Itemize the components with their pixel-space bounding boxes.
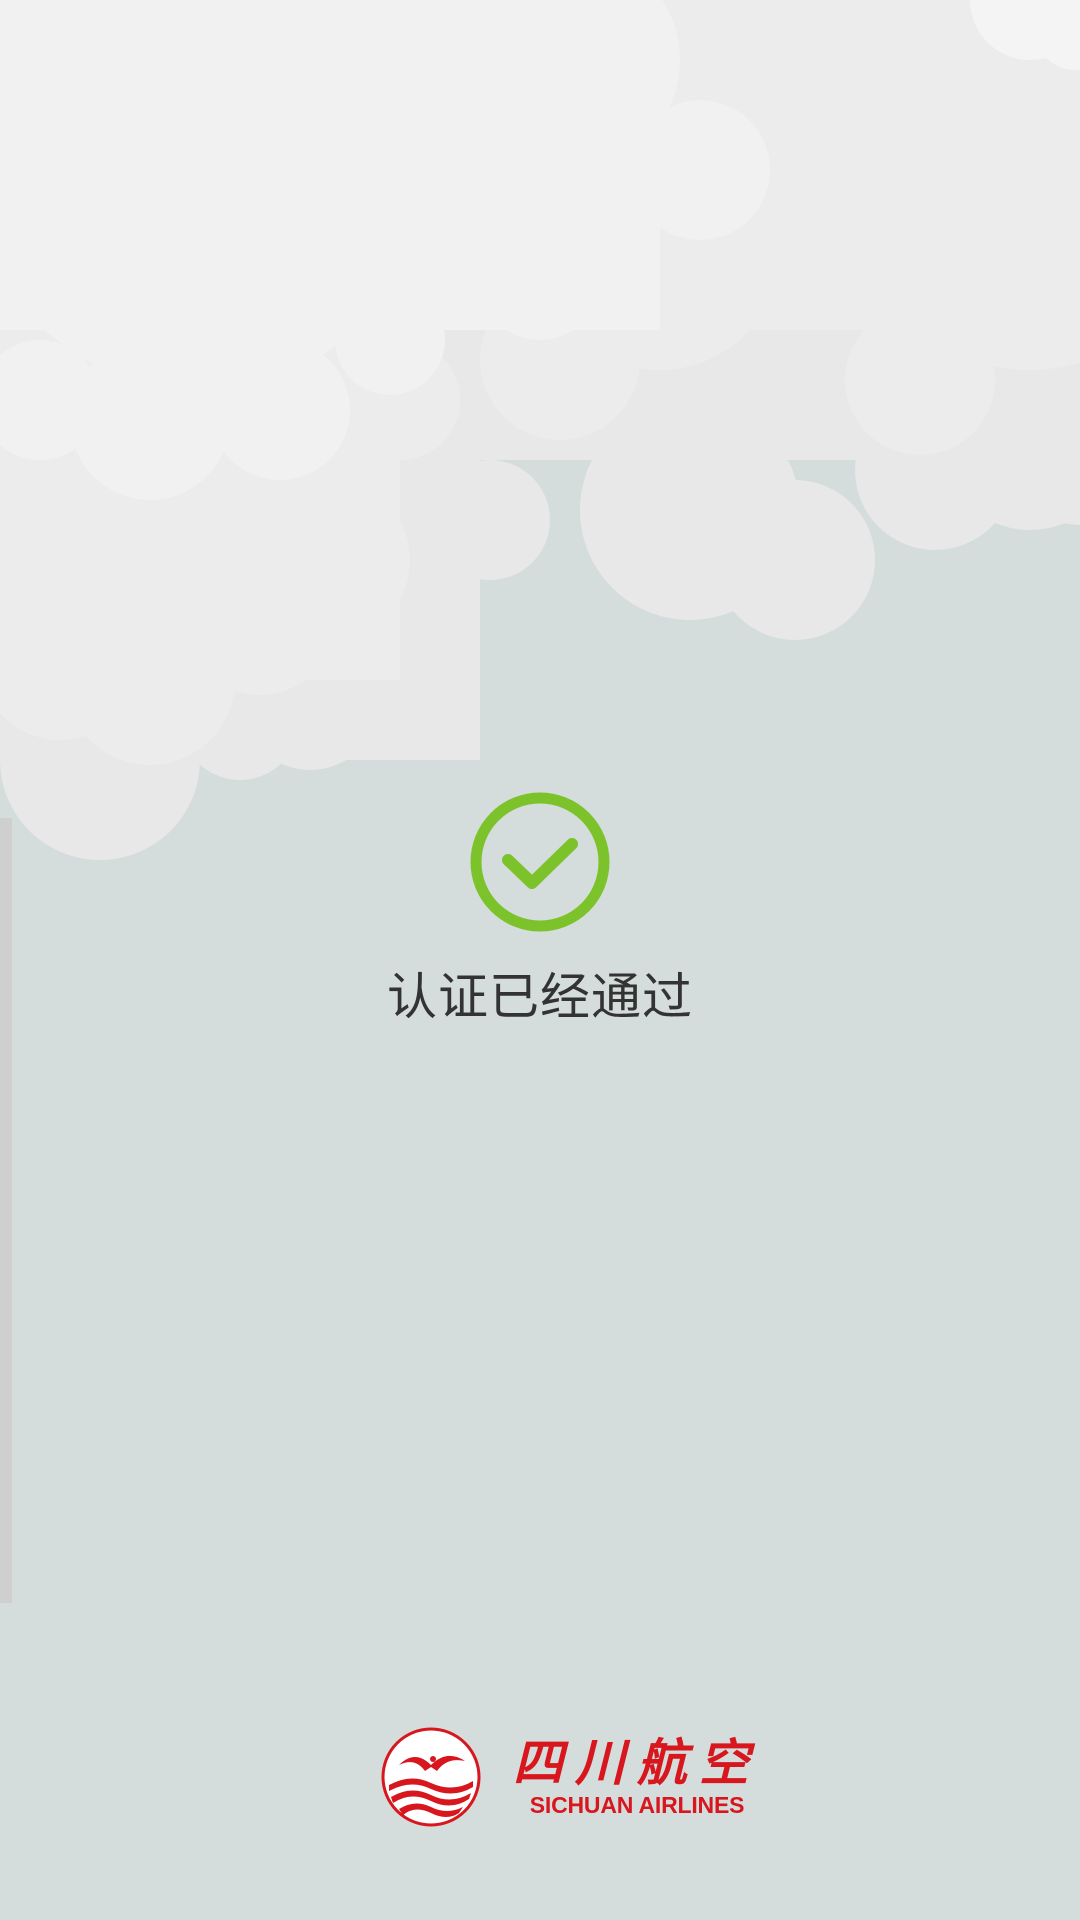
status-message: 认证已经通过 <box>387 968 693 1026</box>
sichuan-airlines-logo-icon <box>381 1727 481 1827</box>
brand-name-english: SICHUAN AIRLINES <box>529 1791 745 1818</box>
check-circle-icon <box>470 792 610 932</box>
verification-status: 认证已经通过 <box>0 790 1080 1022</box>
brand-name-chinese: 四川航空 <box>513 1732 761 1792</box>
brand-wordmark: 四川航空 SICHUAN AIRLINES <box>513 1732 761 1818</box>
brand-footer: 四川航空 SICHUAN AIRLINES <box>381 1725 761 1829</box>
